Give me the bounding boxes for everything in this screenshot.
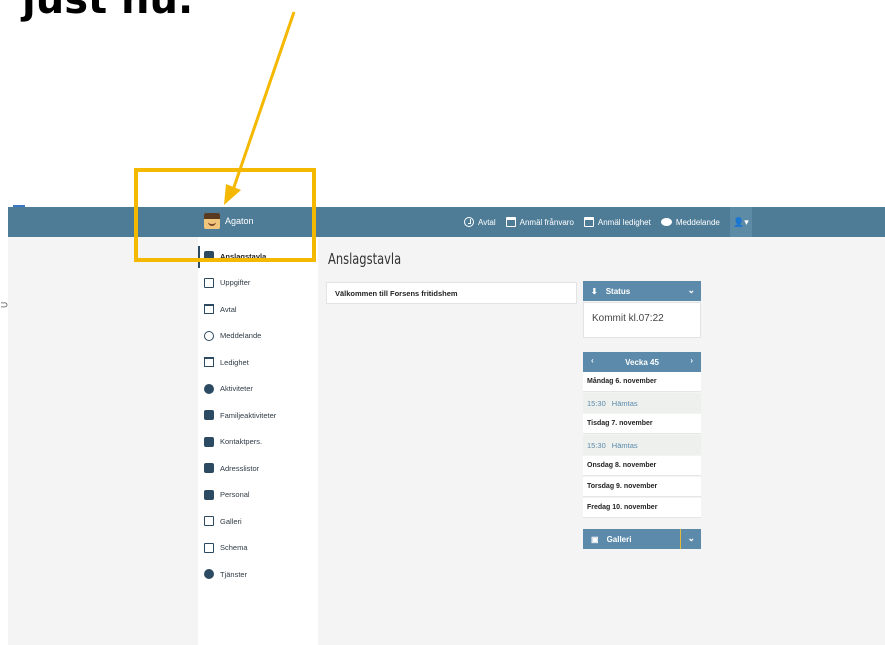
arrow-head	[224, 184, 241, 205]
arrow-shaft	[231, 11, 296, 191]
screenshot-stage: just nu. Agaton Avtal Anmäl frånvaro Anm…	[0, 0, 885, 645]
annotation-arrow	[224, 11, 296, 205]
